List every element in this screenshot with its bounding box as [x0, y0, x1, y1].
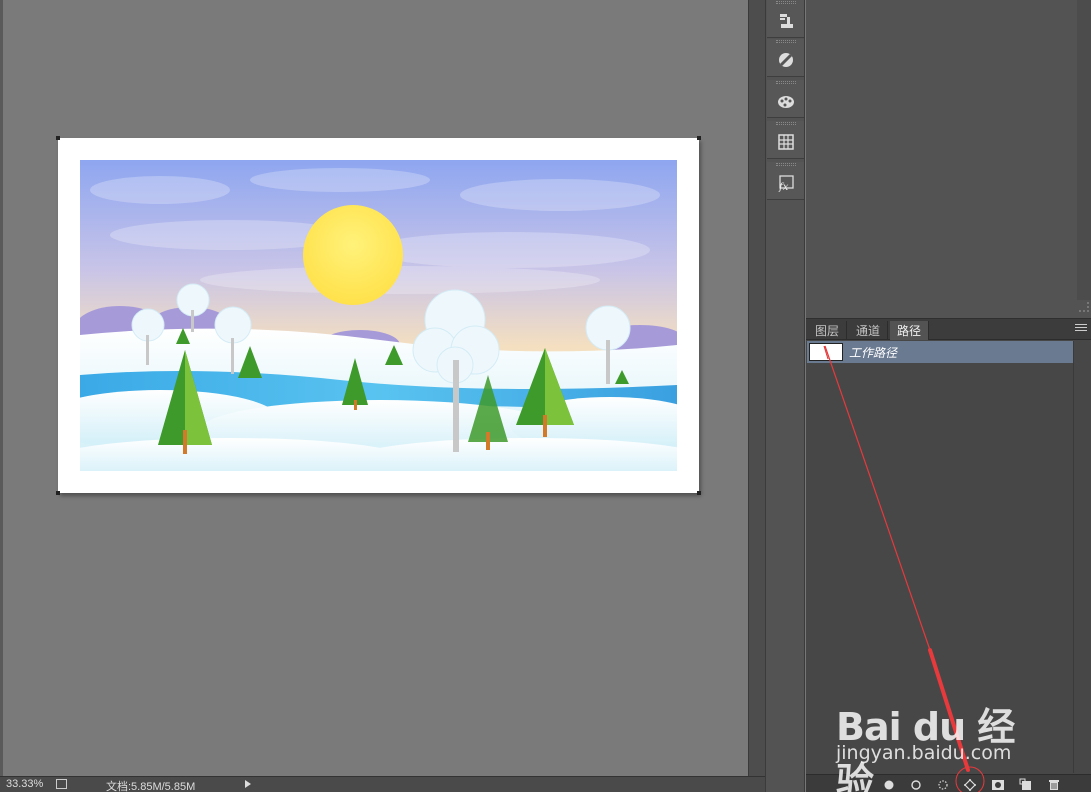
tab-paths[interactable]: 路径	[890, 321, 930, 340]
document-size-info: 文档:5.85M/5.85M	[106, 781, 196, 792]
panel-tab-bar: 图层 通道 路径	[806, 319, 1091, 340]
styles-button[interactable]: fx	[767, 162, 804, 200]
new-path-icon[interactable]	[1019, 778, 1033, 791]
path-name-label[interactable]: 工作路径	[849, 344, 897, 361]
grip-icon	[776, 40, 796, 43]
winter-landscape-image	[80, 160, 677, 471]
stroke-path-icon[interactable]	[909, 778, 923, 791]
status-bar: 33.33% 文档:5.85M/5.85M	[0, 776, 765, 792]
panel-menu-icon[interactable]	[1075, 324, 1087, 333]
canvas-corner-handle	[697, 136, 701, 140]
canvas-workspace[interactable]	[0, 0, 748, 776]
export-icon[interactable]	[56, 779, 67, 789]
add-mask-icon[interactable]	[991, 778, 1005, 791]
svg-text:fx: fx	[778, 182, 789, 192]
photoshop-window: 33.33% 文档:5.85M/5.85M fx 图层 通道 路径 工作路径 B…	[0, 0, 1091, 792]
fill-path-icon[interactable]	[882, 778, 896, 791]
paths-panel-footer	[806, 774, 1091, 792]
paths-panel-scrollbar[interactable]	[1073, 341, 1091, 773]
swatches-button[interactable]	[767, 80, 804, 118]
make-work-path-icon[interactable]	[963, 778, 977, 791]
path-list-item[interactable]: 工作路径	[807, 341, 1073, 363]
delete-path-icon[interactable]	[1047, 778, 1061, 791]
tab-layers[interactable]: 图层	[808, 321, 848, 340]
zoom-level[interactable]: 33.33%	[6, 778, 43, 790]
grip-icon	[776, 163, 796, 166]
upper-panel	[806, 0, 1091, 318]
path-thumbnail	[809, 343, 843, 361]
canvas-corner-handle	[697, 491, 701, 495]
canvas-corner-handle	[56, 136, 60, 140]
tab-channels[interactable]: 通道	[849, 321, 889, 340]
grip-icon	[776, 1, 796, 4]
paths-panel: 图层 通道 路径 工作路径	[806, 318, 1091, 792]
document-canvas[interactable]	[56, 136, 701, 495]
swatches-icon	[778, 96, 794, 108]
grid-icon	[778, 134, 794, 150]
styles-fx-icon: fx	[778, 175, 794, 192]
canvas-corner-handle	[56, 491, 60, 495]
grid-panel-button[interactable]	[767, 121, 804, 159]
load-as-selection-icon[interactable]	[936, 778, 950, 791]
resize-grip-icon[interactable]	[1079, 302, 1089, 312]
canvas-vertical-scrollbar[interactable]	[748, 0, 765, 776]
upper-panel-scrollbar[interactable]	[1077, 0, 1091, 300]
clone-source-button[interactable]	[767, 0, 804, 38]
status-menu-arrow-icon[interactable]	[245, 780, 251, 788]
adjustments-icon	[779, 53, 793, 67]
grip-icon	[776, 122, 796, 125]
adjustments-button[interactable]	[767, 39, 804, 77]
grip-icon	[776, 81, 796, 84]
clone-source-icon	[780, 14, 793, 28]
panel-icon-strip: fx	[765, 0, 805, 792]
